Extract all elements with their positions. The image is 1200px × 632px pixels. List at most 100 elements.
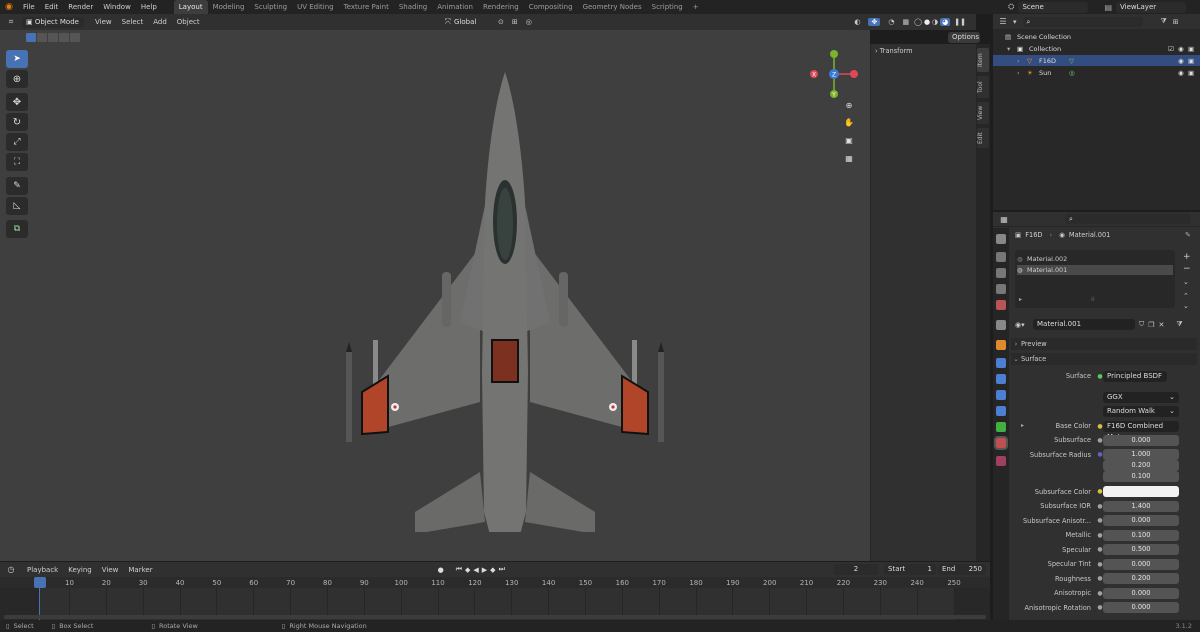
vp-menu-add[interactable]: Add bbox=[148, 15, 172, 29]
pivot-icon[interactable]: ⊙ bbox=[498, 18, 504, 26]
tab-shading[interactable]: Shading bbox=[394, 0, 432, 14]
transform-tool[interactable]: ⛶ bbox=[6, 153, 28, 171]
options-button[interactable]: Options bbox=[948, 32, 980, 43]
physics-tab-icon[interactable] bbox=[996, 390, 1006, 400]
property-value-field[interactable]: 0.000 bbox=[1103, 587, 1179, 599]
tab-uv-editing[interactable]: UV Editing bbox=[292, 0, 339, 14]
select-box-tool[interactable]: ➤ bbox=[6, 50, 28, 68]
timeline-menu-marker[interactable]: Marker bbox=[123, 563, 157, 577]
mode-selector[interactable]: ▣ Object Mode bbox=[22, 16, 84, 28]
tab-scripting[interactable]: Scripting bbox=[647, 0, 688, 14]
surface-panel-header[interactable]: ⌄ Surface bbox=[1011, 353, 1197, 365]
outliner-collection[interactable]: ▾ ▣ Collection ☑ ◉ ▣ bbox=[993, 43, 1200, 54]
checkbox-icon[interactable]: ☑ bbox=[1168, 45, 1178, 53]
proportional-edit-icon[interactable]: ◎ bbox=[526, 18, 532, 26]
eye-icon[interactable]: ◉ bbox=[1178, 57, 1188, 65]
blender-logo-icon[interactable]: ◉ bbox=[0, 2, 18, 12]
scene-tab-icon[interactable] bbox=[996, 300, 1006, 310]
view-layer-tab-icon[interactable] bbox=[996, 284, 1006, 294]
editor-type-icon[interactable]: ⌗ bbox=[0, 17, 22, 27]
move-slot-up-icon[interactable]: ⌃ bbox=[1183, 292, 1189, 300]
measure-tool[interactable]: ◺ bbox=[6, 197, 28, 215]
jump-start-icon[interactable]: ⏮ bbox=[456, 565, 462, 574]
add-slot-icon[interactable]: + bbox=[1183, 252, 1191, 262]
camera-view-button[interactable]: ▣ bbox=[842, 133, 856, 147]
tab-texture-paint[interactable]: Texture Paint bbox=[339, 0, 394, 14]
property-value-field[interactable]: 0.500 bbox=[1103, 544, 1179, 555]
timeline-menu-playback[interactable]: Playback bbox=[22, 563, 63, 577]
tab-geometry-nodes[interactable]: Geometry Nodes bbox=[578, 0, 647, 14]
shading-wireframe-icon[interactable]: ◯ bbox=[914, 18, 922, 26]
fake-user-icon[interactable]: ⛉ bbox=[1139, 320, 1144, 329]
shading-material-icon[interactable]: ◑ bbox=[932, 18, 938, 26]
outliner-scene-collection[interactable]: ▤ Scene Collection bbox=[993, 31, 1200, 42]
modifier-tab-icon[interactable] bbox=[996, 358, 1006, 368]
collapse-icon[interactable]: ▾ bbox=[1007, 45, 1017, 53]
outliner-funnel-icon[interactable]: ⧩ bbox=[1161, 17, 1167, 26]
tab-compositing[interactable]: Compositing bbox=[524, 0, 578, 14]
move-slot-down-icon[interactable]: ⌄ bbox=[1183, 302, 1189, 310]
tab-view[interactable]: View bbox=[977, 102, 989, 124]
property-value-field[interactable]: 0.200 bbox=[1103, 573, 1179, 584]
select-invert-icon[interactable] bbox=[59, 33, 69, 42]
add-cube-tool[interactable]: ⧉ bbox=[6, 220, 28, 238]
timeline-menu-keying[interactable]: Keying bbox=[63, 563, 97, 577]
browse-material-icon[interactable]: ◉▾ bbox=[1015, 321, 1033, 329]
tab-edit[interactable]: Edit bbox=[977, 128, 989, 148]
object-tab-icon[interactable] bbox=[996, 340, 1006, 350]
transform-panel-header[interactable]: › Transform bbox=[875, 47, 913, 55]
expand-icon[interactable]: ▸ bbox=[1019, 296, 1022, 303]
particles-tab-icon[interactable] bbox=[996, 374, 1006, 384]
eye-icon[interactable]: ◉ bbox=[1178, 45, 1188, 53]
vp-menu-select[interactable]: Select bbox=[117, 15, 149, 29]
tab-rendering[interactable]: Rendering bbox=[478, 0, 524, 14]
annotate-tool[interactable]: ✎ bbox=[6, 177, 28, 195]
select-intersect-icon[interactable] bbox=[70, 33, 80, 42]
vp-menu-object[interactable]: Object bbox=[172, 15, 205, 29]
constraints-tab-icon[interactable] bbox=[996, 406, 1006, 416]
texture-tab-icon[interactable] bbox=[996, 456, 1006, 466]
xray-toggle-icon[interactable]: ▦ bbox=[902, 18, 909, 26]
move-tool[interactable]: ✥ bbox=[6, 93, 28, 111]
duplicate-material-icon[interactable]: ❐ bbox=[1148, 321, 1154, 329]
rotate-tool[interactable]: ↻ bbox=[6, 113, 28, 131]
timeline-menu-view[interactable]: View bbox=[97, 563, 124, 577]
orientation-icon[interactable]: ⤧ bbox=[445, 17, 451, 27]
material-slot-list[interactable]: ◍ Material.002 ◍ Material.001 ▸ ⁞⁞ bbox=[1015, 250, 1175, 308]
render-tab-icon[interactable] bbox=[996, 252, 1006, 262]
gizmo-x-pos[interactable] bbox=[850, 70, 858, 78]
material-tab-icon[interactable] bbox=[994, 436, 1008, 450]
material-slot-item[interactable]: ◍ Material.002 bbox=[1017, 254, 1173, 264]
shading-rendered-icon[interactable]: ◕ bbox=[940, 18, 951, 26]
select-extend-icon[interactable] bbox=[37, 33, 47, 42]
world-tab-icon[interactable] bbox=[996, 320, 1006, 330]
perspective-toggle-button[interactable]: ▦ bbox=[842, 151, 856, 165]
expand-icon[interactable]: › bbox=[1017, 69, 1027, 77]
timeline-area[interactable]: 210 20 30 40 50 60 70 80 90 100 110 120 130 140 150 160… bbox=[0, 577, 990, 620]
property-value-field[interactable]: 0.000 bbox=[1103, 434, 1179, 446]
subsurface-method-dropdown[interactable]: Random Walk ⌄ bbox=[1103, 405, 1179, 417]
subsurface-color-swatch[interactable] bbox=[1103, 486, 1179, 497]
add-workspace-button[interactable]: + bbox=[688, 0, 704, 14]
tab-animation[interactable]: Animation bbox=[432, 0, 478, 14]
output-tab-icon[interactable] bbox=[996, 268, 1006, 278]
scene-selector[interactable]: Scene bbox=[1018, 1, 1089, 13]
view-layer-selector[interactable]: ViewLayer bbox=[1116, 1, 1186, 13]
menu-edit[interactable]: Edit bbox=[40, 0, 64, 14]
scene-icon[interactable]: ⛭ bbox=[1008, 2, 1014, 12]
property-value-field[interactable]: 0.000 bbox=[1103, 558, 1179, 570]
new-collection-icon[interactable]: ⊞ bbox=[1173, 18, 1179, 26]
surface-shader-selector[interactable]: Principled BSDF bbox=[1103, 370, 1167, 382]
eye-icon[interactable]: ◉ bbox=[1178, 69, 1188, 77]
visibility-icon[interactable]: ◐ bbox=[854, 18, 860, 26]
playhead[interactable] bbox=[34, 577, 46, 588]
property-value-field[interactable]: 1.400 bbox=[1103, 500, 1179, 512]
gizmo-y-pos[interactable] bbox=[830, 50, 838, 58]
node-filter-icon[interactable]: ⧩ bbox=[1176, 320, 1182, 329]
snap-icon[interactable]: ⊞ bbox=[512, 18, 518, 26]
tab-modeling[interactable]: Modeling bbox=[208, 0, 250, 14]
menu-render[interactable]: Render bbox=[63, 0, 98, 14]
tab-layout[interactable]: Layout bbox=[173, 0, 208, 14]
preview-panel-header[interactable]: › Preview bbox=[1011, 338, 1197, 350]
aircraft-model[interactable] bbox=[330, 72, 680, 532]
